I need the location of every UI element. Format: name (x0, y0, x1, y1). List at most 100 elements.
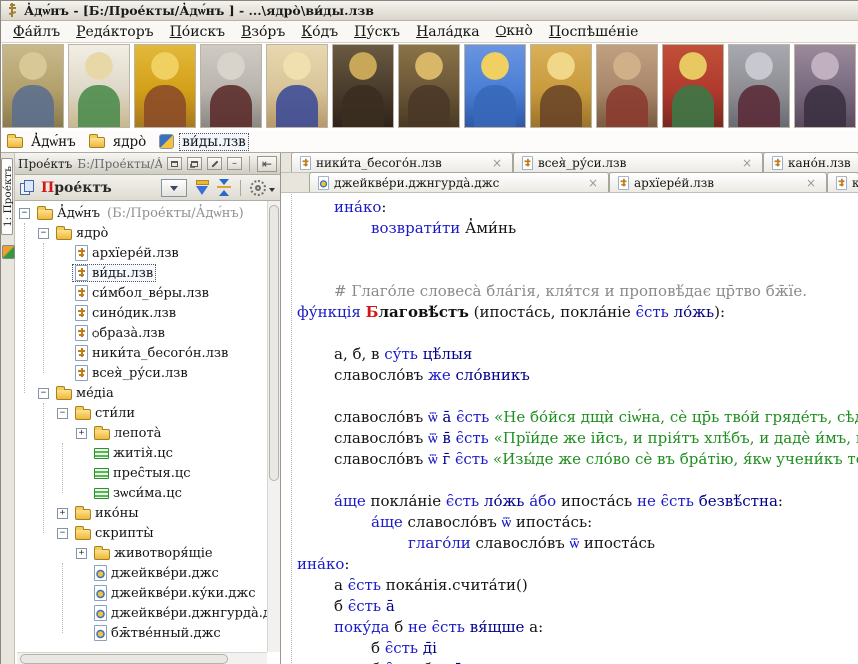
tree-row[interactable]: джейкве́ри.ку́ки.джс (15, 583, 267, 603)
tree-row[interactable]: ви́ды.лзв (15, 263, 267, 283)
chevron-down-icon[interactable] (269, 188, 275, 195)
tree-row[interactable]: бж̄тве́нный.джс (15, 623, 267, 643)
code-line[interactable]: славосло́въ же сло́вникъ (281, 365, 858, 386)
dock-button[interactable] (187, 157, 202, 170)
menu-item-run[interactable]: Пу́скъ (346, 23, 408, 41)
code-line[interactable]: возврати́ти А̓ми́нь (281, 218, 858, 239)
christ-gold-halo-icon[interactable] (398, 44, 460, 128)
sync-down-icon[interactable] (194, 179, 210, 196)
collapse-icon[interactable]: − (38, 388, 49, 399)
code-line[interactable] (281, 323, 858, 344)
editor-tab[interactable]: всея̀_ру́си.лзв× (513, 152, 763, 172)
project-side-tab[interactable]: 1: Прое́ктъ (1, 158, 13, 235)
menu-item-help[interactable]: Поспѣше́ніе (541, 23, 647, 41)
close-icon[interactable]: × (740, 156, 754, 170)
hide-panel-button[interactable]: ⇤ (257, 156, 277, 172)
code-line[interactable]: # Глаго́ле словеса̀ бла́гія, кля́тся и п… (281, 281, 858, 302)
tree-row[interactable]: ники́та_бесого́н.лзв (15, 343, 267, 363)
menu-item-view[interactable]: Взо́ръ (233, 23, 293, 41)
tree-row[interactable]: сино́дик.лзв (15, 303, 267, 323)
minimize-button[interactable]: – (227, 157, 242, 170)
code-line[interactable]: а́ще славосло́въ ѿ ипоста́сь: (281, 512, 858, 533)
code-line[interactable]: славосло́въ ѿ в̄ є̑сть «Прїи́де же іӣсъ,… (281, 428, 858, 449)
code-line[interactable]: ина́ко: (281, 197, 858, 218)
editor-tab[interactable]: кано́н.лзв (763, 152, 858, 172)
tree-row[interactable]: −ме́діа (15, 383, 267, 403)
tree-row[interactable]: житія̀.цс (15, 443, 267, 463)
collapse-icon[interactable]: − (57, 408, 68, 419)
christ-enthroned-icon[interactable] (662, 44, 724, 128)
close-icon[interactable]: × (586, 176, 600, 190)
tree-row[interactable]: −скрипты̀ (15, 523, 267, 543)
breadcrumb-item[interactable]: ядро̀ (89, 133, 150, 151)
code-line[interactable]: а є̑сть пока́нія.счита́ти() (281, 575, 858, 596)
code-line[interactable]: славосло́въ ѿ а̄ є̑сть «Не бо́йся дщѝ сі… (281, 407, 858, 428)
code-line[interactable] (281, 239, 858, 260)
trinity-icon[interactable] (2, 44, 64, 128)
code-line[interactable] (281, 470, 858, 491)
close-icon[interactable]: × (490, 156, 504, 170)
gear-icon[interactable] (250, 180, 266, 196)
close-icon[interactable]: × (804, 176, 818, 190)
code-line[interactable]: ина́ко: (281, 554, 858, 575)
christ-purple-icon[interactable] (794, 44, 856, 128)
expand-icon[interactable]: + (57, 508, 68, 519)
tree-row[interactable]: джейкве́ри.джнгурда̀.джс (15, 603, 267, 623)
holy-face-icon[interactable] (68, 44, 130, 128)
collapse-icon[interactable]: − (19, 208, 30, 219)
code-line[interactable]: а́ще покла́ніе є̑сть ло́жь а́бо ипоста́с… (281, 491, 858, 512)
pantocrator-gold-icon[interactable] (134, 44, 196, 128)
editor-tab[interactable]: ники́та_бесого́н.лзв× (291, 152, 513, 172)
code-area[interactable]: ина́ко:возврати́ти А̓ми́нь# Глаго́ле сло… (281, 194, 858, 664)
collapse-icon[interactable]: − (38, 228, 49, 239)
editor-tab[interactable]: кади́ло.лзв (827, 172, 858, 192)
tree-row[interactable]: −А̓дѡ́нъ(Б:/Прое́кты/А̓дѡ́нъ) (15, 203, 267, 223)
code-line[interactable] (281, 260, 858, 281)
code-line[interactable]: глаго́ли славосло́въ ѿ ипоста́сь (281, 533, 858, 554)
pochaev-icon[interactable] (596, 44, 658, 128)
tree-row[interactable]: ѻбраза̀.лзв (15, 323, 267, 343)
tree-row[interactable]: −сти́ли (15, 403, 267, 423)
editor-tab[interactable]: архїере́й.лзв× (609, 172, 827, 192)
pantocrator-book-icon[interactable] (530, 44, 592, 128)
tree-row[interactable]: си́мбол_ве́ры.лзв (15, 283, 267, 303)
menu-item-file[interactable]: Фа́йлъ (5, 23, 68, 41)
expand-icon[interactable]: + (76, 428, 87, 439)
tree-row[interactable]: зѡси́ма.цс (15, 483, 267, 503)
breadcrumb-item[interactable]: А̓дѡ́нъ (7, 133, 79, 151)
menu-item-editor[interactable]: Реда́кторъ (68, 23, 161, 41)
tree-row[interactable]: прес̑тыя.цс (15, 463, 267, 483)
code-line[interactable] (281, 386, 858, 407)
restore-button[interactable] (167, 157, 182, 170)
christ-dark-icon[interactable] (332, 44, 394, 128)
theotokos-blue-icon[interactable] (464, 44, 526, 128)
menu-item-window[interactable]: Ѻкно̀ (488, 22, 541, 41)
project-dropdown[interactable] (161, 179, 187, 197)
tree-row[interactable]: −ядро̀ (15, 223, 267, 243)
tree-horizontal-scrollbar[interactable] (17, 652, 267, 664)
tree-row[interactable]: архїере́й.лзв (15, 243, 267, 263)
scrollbar-thumb[interactable] (20, 654, 228, 664)
tree-row[interactable]: всея̀_ру́си.лзв (15, 363, 267, 383)
tree-row[interactable]: джейкве́ри.джс (15, 563, 267, 583)
code-line[interactable]: а, б, в су́ть цѣ́лыя (281, 344, 858, 365)
plugin-icon[interactable] (2, 245, 15, 259)
pin-button[interactable] (207, 157, 222, 170)
breadcrumb-item[interactable]: ви́ды.лзв (159, 133, 249, 151)
tree-row[interactable]: +ико́ны (15, 503, 267, 523)
tree-row[interactable]: +лепота̀ (15, 423, 267, 443)
collapse-all-icon[interactable] (217, 179, 231, 196)
christ-silver-arch-icon[interactable] (728, 44, 790, 128)
code-line[interactable]: б є̑сть д̄і (281, 638, 858, 659)
menu-item-tools[interactable]: Нала́дка (408, 23, 488, 41)
menu-item-code[interactable]: Ко́дъ (293, 23, 346, 41)
tree-vertical-scrollbar[interactable] (267, 201, 280, 652)
code-line[interactable]: б є̑сть б + а̄ (281, 659, 858, 664)
code-line[interactable]: фу́нкція Благовѣ́стъ (ипоста́сь, покла́н… (281, 302, 858, 323)
menu-item-search[interactable]: По́искъ (162, 23, 233, 41)
hodegetria-silver-icon[interactable] (200, 44, 262, 128)
collapse-icon[interactable]: − (57, 528, 68, 539)
code-line[interactable]: поку́да б не є̑сть вя́щше а: (281, 617, 858, 638)
code-line[interactable]: славосло́въ ѿ г̄ є̑сть «Изы́де же сло́во… (281, 449, 858, 470)
praying-virgin-icon[interactable] (266, 44, 328, 128)
